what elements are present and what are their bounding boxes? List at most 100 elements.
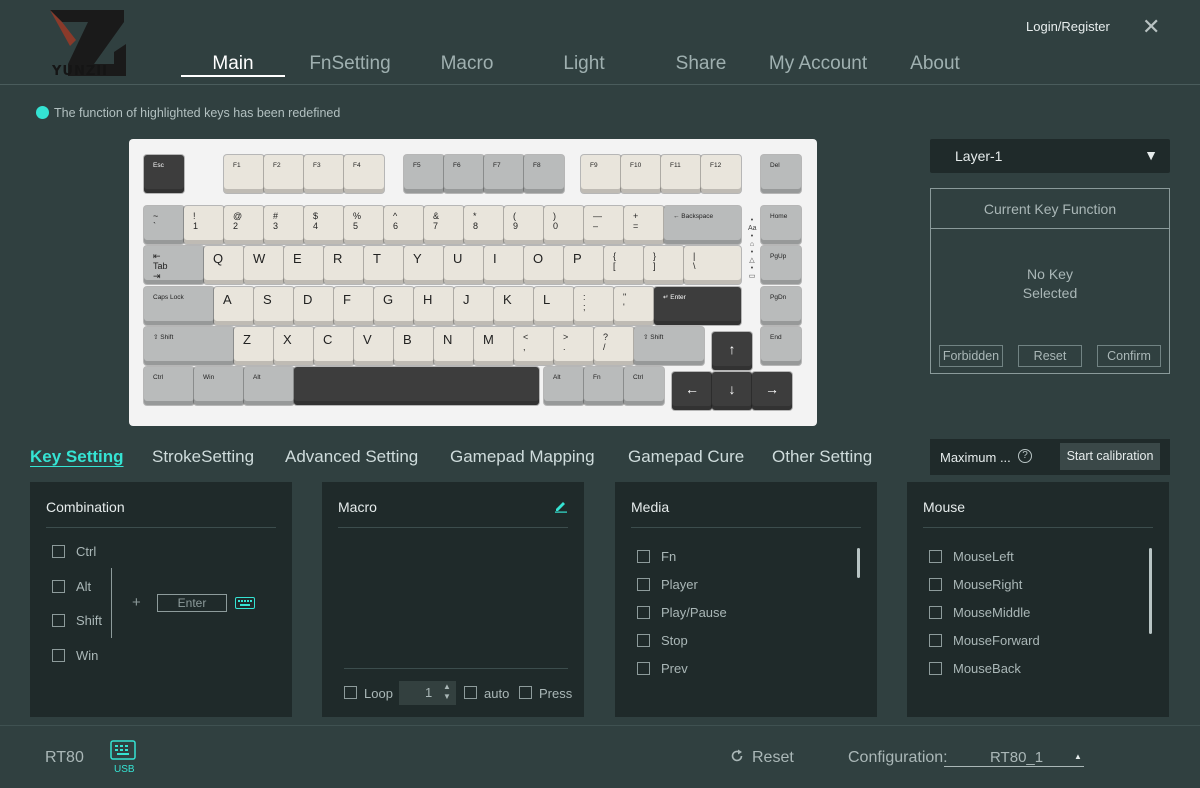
key-fn[interactable]: Fn — [584, 367, 624, 405]
key-7-qrow[interactable]: I — [484, 246, 524, 284]
mouse-scrollbar[interactable] — [1149, 548, 1152, 634]
key-2-arow[interactable]: D — [294, 287, 334, 325]
layer-select[interactable]: Layer-1 ▼ — [930, 139, 1170, 173]
key-5-qrow[interactable]: Y — [404, 246, 444, 284]
key-f9[interactable]: F9 — [581, 155, 621, 193]
key-arrow-down[interactable]: ↓ — [712, 372, 752, 410]
ctrl-checkbox[interactable] — [52, 545, 65, 558]
help-icon[interactable]: ? — [1018, 449, 1032, 463]
key-num-9[interactable]: ( 9 — [504, 206, 544, 244]
alt-checkbox[interactable] — [52, 580, 65, 593]
key-f6[interactable]: F6 — [444, 155, 484, 193]
key-f12[interactable]: F12 — [701, 155, 741, 193]
tab-main[interactable]: Main — [181, 53, 285, 75]
tab-macro[interactable]: Macro — [425, 53, 509, 75]
key-right-alt[interactable]: Alt — [544, 367, 584, 405]
key-9-qrow[interactable]: P — [564, 246, 604, 284]
key-f5[interactable]: F5 — [404, 155, 444, 193]
tab-fnsetting[interactable]: FnSetting — [300, 53, 400, 75]
key-arrow-left[interactable]: ← — [672, 372, 712, 410]
key-left-ctrl[interactable]: Ctrl — [144, 367, 194, 405]
reset-icon[interactable] — [730, 749, 744, 763]
key-num-11[interactable]: — – — [584, 206, 624, 244]
key-6-qrow[interactable]: U — [444, 246, 484, 284]
tab-share[interactable]: Share — [668, 53, 734, 75]
key-3-qrow[interactable]: R — [324, 246, 364, 284]
reset-button[interactable]: Reset — [752, 749, 794, 767]
media-checkbox[interactable] — [637, 550, 650, 563]
key-7-arow[interactable]: K — [494, 287, 534, 325]
key-input[interactable]: Enter — [157, 594, 227, 612]
confirm-button[interactable]: Confirm — [1097, 345, 1161, 367]
key-num-4[interactable]: $ 4 — [304, 206, 344, 244]
key-7-zrow[interactable]: < , — [514, 327, 554, 365]
login-register-link[interactable]: Login/Register — [1026, 19, 1110, 34]
subtab-other-setting[interactable]: Other Setting — [772, 447, 872, 467]
key-f1[interactable]: F1 — [224, 155, 264, 193]
mouse-checkbox[interactable] — [929, 606, 942, 619]
key-pgdn[interactable]: PgDn — [761, 287, 801, 325]
key-right-shift[interactable]: ⇧ Shift — [634, 327, 704, 365]
key-num-10[interactable]: ) 0 — [544, 206, 584, 244]
key-3-arow[interactable]: F — [334, 287, 374, 325]
key-f4[interactable]: F4 — [344, 155, 384, 193]
key-f10[interactable]: F10 — [621, 155, 661, 193]
key-5-arow[interactable]: H — [414, 287, 454, 325]
key-5-zrow[interactable]: N — [434, 327, 474, 365]
key-10-arow[interactable]: " ' — [614, 287, 654, 325]
start-calibration-button[interactable]: Start calibration — [1060, 443, 1160, 470]
configuration-select[interactable]: RT80_1 ▲ — [944, 744, 1084, 767]
key-enter[interactable]: ↵ Enter — [654, 287, 741, 325]
subtab-gamepad-mapping[interactable]: Gamepad Mapping — [450, 447, 595, 467]
key-arrow-up[interactable]: ↑ — [712, 332, 752, 370]
key-0-arow[interactable]: A — [214, 287, 254, 325]
tab-light[interactable]: Light — [552, 53, 616, 75]
media-scrollbar[interactable] — [857, 548, 860, 578]
key-end[interactable]: End — [761, 327, 801, 365]
key-num-2[interactable]: @ 2 — [224, 206, 264, 244]
close-icon[interactable]: ✕ — [1142, 14, 1160, 40]
key-4-zrow[interactable]: B — [394, 327, 434, 365]
key-num-0[interactable]: ~ ` — [144, 206, 184, 244]
key-8-arow[interactable]: L — [534, 287, 574, 325]
key-esc[interactable]: Esc — [144, 155, 184, 193]
key-right-ctrl[interactable]: Ctrl — [624, 367, 664, 405]
key-backspace[interactable]: ← Backspace — [664, 206, 741, 244]
key-0-qrow[interactable]: Q — [204, 246, 244, 284]
key-6-zrow[interactable]: M — [474, 327, 514, 365]
key-3-zrow[interactable]: V — [354, 327, 394, 365]
key-6-arow[interactable]: J — [454, 287, 494, 325]
key-tab[interactable]: ⇤ Tab ⇥ — [144, 246, 204, 284]
edit-pencil-icon[interactable] — [554, 499, 568, 513]
key-left-alt[interactable]: Alt — [244, 367, 294, 405]
key-pgup[interactable]: PgUp — [761, 246, 801, 284]
keyboard-icon[interactable] — [235, 597, 255, 609]
key-10-qrow[interactable]: { [ — [604, 246, 644, 284]
key-1-qrow[interactable]: W — [244, 246, 284, 284]
key-12-qrow[interactable]: | \ — [684, 246, 741, 284]
subtab-advanced-setting[interactable]: Advanced Setting — [285, 447, 418, 467]
key-1-zrow[interactable]: X — [274, 327, 314, 365]
key-num-8[interactable]: * 8 — [464, 206, 504, 244]
key-num-3[interactable]: # 3 — [264, 206, 304, 244]
auto-checkbox[interactable] — [464, 686, 477, 699]
key-0-zrow[interactable]: Z — [234, 327, 274, 365]
mouse-checkbox[interactable] — [929, 578, 942, 591]
key-num-12[interactable]: + = — [624, 206, 664, 244]
key-4-qrow[interactable]: T — [364, 246, 404, 284]
media-checkbox[interactable] — [637, 578, 650, 591]
key-9-arow[interactable]: : ; — [574, 287, 614, 325]
loop-count-stepper[interactable]: 1 ▲ ▼ — [399, 681, 456, 705]
key-2-qrow[interactable]: E — [284, 246, 324, 284]
key-f8[interactable]: F8 — [524, 155, 564, 193]
key-home[interactable]: Home — [761, 206, 801, 244]
key-4-arow[interactable]: G — [374, 287, 414, 325]
key-capslock[interactable]: Caps Lock — [144, 287, 214, 325]
key-9-zrow[interactable]: ? / — [594, 327, 634, 365]
media-checkbox[interactable] — [637, 662, 650, 675]
key-win[interactable]: Win — [194, 367, 244, 405]
mouse-checkbox[interactable] — [929, 634, 942, 647]
mouse-checkbox[interactable] — [929, 662, 942, 675]
shift-checkbox[interactable] — [52, 614, 65, 627]
key-8-zrow[interactable]: > . — [554, 327, 594, 365]
